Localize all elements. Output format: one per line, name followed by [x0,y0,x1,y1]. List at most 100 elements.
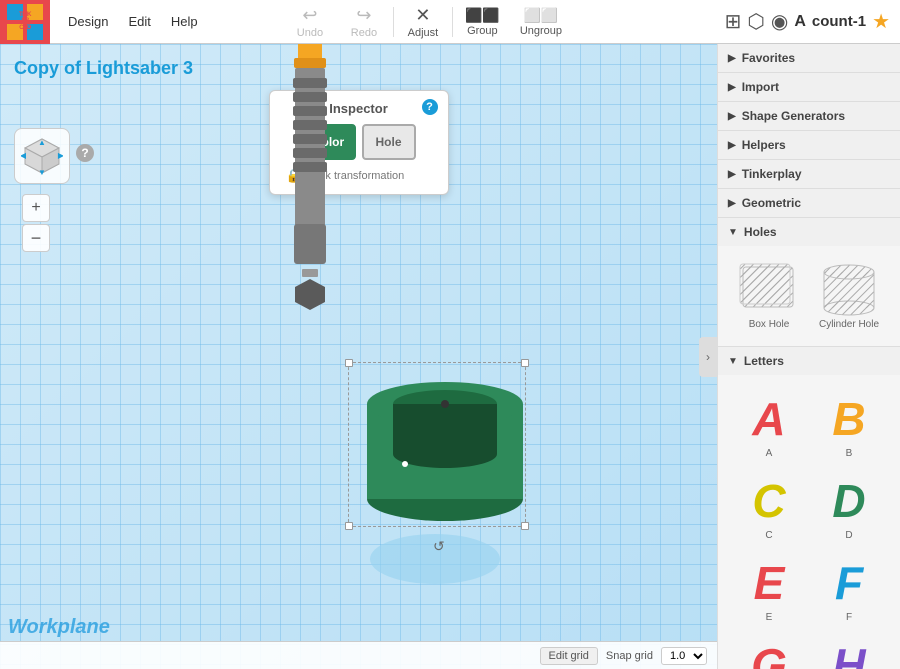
workplane-text: Workplane [8,613,110,639]
menu-help[interactable]: Help [161,10,208,33]
nav-cube[interactable]: ▲ ▼ ◀ ▶ [14,128,70,184]
tinkerplay-arrow: ▶ [728,169,736,180]
svg-text:▶: ▶ [58,151,63,160]
workplane-label: Workplane [8,616,110,638]
menu-edit[interactable]: Edit [118,10,160,33]
letter-a-item[interactable]: A A [732,387,806,463]
section-holes: ▼ Holes [718,218,900,347]
adjust-label: Adjust [408,27,439,39]
letter-d-svg: D [818,473,880,528]
topbar: TINKERCAD Design Edit Help ↩ Undo ↪ Redo… [0,0,900,44]
letter-b-item[interactable]: B B [812,387,886,463]
svg-text:D: D [832,475,865,527]
undo-label: Undo [297,27,323,39]
letter-c-label: C [765,530,772,541]
letter-e-item[interactable]: E E [732,551,806,627]
letter-d-item[interactable]: D D [812,469,886,545]
snap-grid-select[interactable]: 1.0 0.5 2.0 [661,647,707,665]
svg-text:B: B [832,393,865,445]
green-cylinder-object [360,364,530,524]
logo-text: TINKERCAD [19,12,31,32]
cylinder-hole-item[interactable]: Cylinder Hole [812,258,886,334]
import-label: Import [742,80,779,94]
holes-arrow: ▼ [728,227,738,238]
redo-label: Redo [351,27,377,39]
view-text-icon[interactable]: A [794,13,806,31]
letter-h-item[interactable]: H H [812,633,886,669]
letters-grid: A A B B C [726,381,892,669]
letters-label: Letters [744,354,784,368]
section-helpers-header[interactable]: ▶ Helpers [718,131,900,159]
handle-bl[interactable] [345,522,353,530]
zoom-out-button[interactable]: − [22,224,50,252]
letter-c-item[interactable]: C C [732,469,806,545]
section-import-header[interactable]: ▶ Import [718,73,900,101]
section-tinkerplay: ▶ Tinkerplay [718,160,900,189]
box-hole-item[interactable]: Box Hole [732,258,806,334]
section-letters: ▼ Letters A A B [718,347,900,669]
cylinder-hole-label: Cylinder Hole [819,319,879,330]
letter-g-item[interactable]: G G [732,633,806,669]
letter-e-label: E [766,612,773,623]
holes-grid: Box Hole [726,252,892,340]
ungroup-button[interactable]: ⬜⬜ Ungroup [512,5,570,39]
nav-menus: Design Edit Help [50,10,208,33]
logo-inner: TINKERCAD [7,4,43,40]
cylinder-shadow [370,534,500,584]
logo[interactable]: TINKERCAD [0,0,50,44]
collapse-right-panel-button[interactable]: › [699,337,717,377]
letter-f-item[interactable]: F F [812,551,886,627]
box-hole-label: Box Hole [749,319,790,330]
inspector-help-button[interactable]: ? [422,99,438,115]
favorites-star-icon[interactable]: ★ [872,9,890,34]
holes-content: Box Hole [718,246,900,346]
box-hole-svg [738,262,800,317]
letters-content: A A B B C [718,375,900,669]
letter-b-svg: B [818,391,880,446]
project-title: Copy of Lightsaber 3 [14,58,193,79]
svg-text:◀: ◀ [21,151,27,160]
svg-text:E: E [754,557,786,609]
group-icon: ⬛⬛ [465,7,500,24]
section-helpers: ▶ Helpers [718,131,900,160]
shape-gen-arrow: ▶ [728,111,736,122]
group-button[interactable]: ⬛⬛ Group [457,5,508,39]
letter-h-svg: H [818,637,880,669]
undo-button[interactable]: ↩ Undo [285,3,335,41]
zoom-controls: + − [22,194,50,252]
view-grid-icon[interactable]: ⊞ [725,9,742,34]
adjust-icon: ✕ [415,5,430,26]
letters-arrow: ▼ [728,356,738,367]
helpers-arrow: ▶ [728,140,736,151]
section-letters-header[interactable]: ▼ Letters [718,347,900,375]
letter-c-svg: C [738,473,800,528]
letter-f-label: F [846,612,852,623]
section-geometric-header[interactable]: ▶ Geometric [718,189,900,217]
zoom-in-button[interactable]: + [22,194,50,222]
hole-button[interactable]: Hole [362,124,416,160]
section-holes-header[interactable]: ▼ Holes [718,218,900,246]
geometric-arrow: ▶ [728,198,736,209]
ungroup-icon: ⬜⬜ [523,7,558,24]
ungroup-label: Ungroup [520,25,562,37]
view-sphere-icon[interactable]: ◉ [771,9,788,34]
letter-g-svg: G [738,637,800,669]
edit-grid-button[interactable]: Edit grid [540,647,598,665]
redo-button[interactable]: ↪ Redo [339,3,389,41]
menu-design[interactable]: Design [58,10,118,33]
canvas-area[interactable]: Copy of Lightsaber 3 ? ▲ ▼ ◀ ▶ + − [0,44,717,669]
section-favorites: ▶ Favorites [718,44,900,73]
svg-text:A: A [751,393,785,445]
letter-f-svg: F [818,555,880,610]
holes-label: Holes [744,225,777,239]
bottom-bar: Edit grid Snap grid 1.0 0.5 2.0 [0,641,717,669]
section-shape-generators-header[interactable]: ▶ Shape Generators [718,102,900,130]
main: Copy of Lightsaber 3 ? ▲ ▼ ◀ ▶ + − [0,44,900,669]
svg-text:▲: ▲ [38,138,46,147]
section-tinkerplay-header[interactable]: ▶ Tinkerplay [718,160,900,188]
import-arrow: ▶ [728,82,736,93]
adjust-button[interactable]: ✕ Adjust [398,3,448,41]
help-bubble[interactable]: ? [76,144,94,162]
view-cube-icon[interactable]: ⬡ [747,9,764,34]
section-favorites-header[interactable]: ▶ Favorites [718,44,900,72]
